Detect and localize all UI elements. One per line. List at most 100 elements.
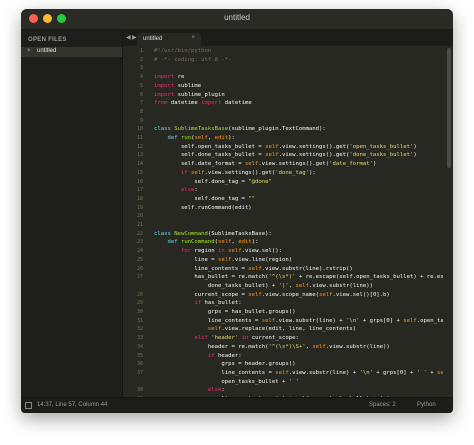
sidebar-file-untitled[interactable]: × untitled [21, 47, 122, 57]
code-token: ) [413, 143, 417, 150]
indentation-setting[interactable]: Spaces: 2 [369, 402, 396, 408]
line-number: 26 [136, 265, 143, 272]
code-token: import [201, 100, 222, 107]
code-token: 'done_tag' [275, 169, 309, 176]
code-token: grps = has_bullet.groups() [154, 309, 296, 315]
code-token: + grps[0] + [372, 369, 417, 376]
code-token: #!/usr/bin/python [154, 48, 212, 54]
line-number: 18 [136, 195, 143, 202]
code-token: self [275, 369, 289, 376]
code-token: ): [308, 169, 316, 176]
code-token: , [207, 135, 215, 141]
code-line: line_contents = self.view.substr(line).r… [154, 265, 353, 274]
line-number: 21 [136, 222, 143, 228]
code-area[interactable]: #!/usr/bin/python # -*- coding: utf-8 -*-… [154, 46, 443, 398]
panel-toggle-icon[interactable] [25, 402, 32, 409]
code-token: .view.substr(line)) [325, 343, 390, 350]
code-token: .view.settings().get( [204, 169, 276, 176]
code-token: self [261, 317, 276, 324]
line-number: 27 [136, 274, 143, 281]
code-token: "@done" [248, 178, 272, 185]
code-token: ): [228, 135, 235, 141]
code-token: edit [214, 135, 229, 141]
code-line: else: [154, 186, 198, 195]
code-token: ' ' [416, 369, 427, 376]
line-number: 4 [139, 74, 143, 81]
code-line: line = self.view.line(region) [154, 256, 292, 265]
line-number-gutter: 1 2 3 4 5 6 7 8 9 10 11 12 13 14 15 16 17 18 19 20 21 22 23 24 2… [123, 46, 145, 398]
code-line: if has_bullet: [154, 299, 242, 308]
code-line: self.done_tasks_bullet = self.view.setti… [154, 151, 417, 160]
code-line: line_contents = self.view.substr(line) +… [154, 317, 443, 326]
code-token: edit [238, 239, 252, 246]
code-token: self [265, 152, 279, 159]
scrollbar-thumb[interactable] [447, 48, 451, 168]
syntax-selector[interactable]: Python [417, 402, 436, 408]
code-line: import sublime_plugin [154, 91, 225, 100]
code-token: .view.settings().get( [258, 161, 330, 168]
code-token: NewCommand [174, 230, 208, 237]
code-editor[interactable]: 1 2 3 4 5 6 7 8 9 10 11 12 13 14 15 16 17 18 19 20 21 22 23 24 2… [123, 46, 443, 398]
line-number: 15 [136, 169, 143, 176]
code-token: '^(\s*)' [268, 274, 296, 281]
tab-bar: ◀ ▶ untitled × [123, 30, 453, 46]
code-token: .view.sel(): [241, 248, 283, 255]
code-token: self [265, 143, 279, 150]
code-token: '\n' [346, 317, 360, 324]
code-token: self [319, 291, 333, 298]
code-line: else: [154, 386, 225, 395]
code-line: current_scope = self.view.scope_name(sel… [154, 291, 389, 300]
line-number: 1 [139, 48, 143, 54]
code-token: .view.scope_name( [261, 291, 320, 298]
line-number: 13 [136, 152, 143, 159]
tab-prev-icon[interactable]: ◀ [126, 34, 131, 41]
code-token: current_scope = [154, 291, 249, 298]
code-token: ) [372, 161, 377, 168]
code-token: .view.substr(line).rstrip() [261, 265, 353, 272]
code-token: '^(\s*)\S+' [268, 343, 306, 350]
code-token: : [194, 187, 198, 194]
code-token: def [154, 135, 181, 141]
line-number: 22 [136, 230, 143, 237]
close-file-icon[interactable]: × [27, 48, 31, 54]
tab-next-icon[interactable]: ▶ [132, 34, 137, 41]
code-token: import [154, 82, 175, 89]
editor-window: untitled OPEN FILES × untitled ◀ ▶ untit… [21, 9, 453, 413]
code-token: .open_tasks_bullet + [416, 317, 443, 324]
line-number: 2 [139, 56, 143, 63]
sidebar: OPEN FILES × untitled [21, 30, 123, 398]
code-line: open_tasks_bullet + ' ' [154, 378, 299, 387]
code-token: self [191, 169, 205, 176]
code-token: line = [154, 256, 218, 263]
code-token: self [218, 256, 232, 263]
line-number: 3 [139, 65, 143, 72]
vertical-scrollbar[interactable] [446, 46, 452, 397]
line-number: 35 [136, 352, 143, 359]
line-number: 14 [136, 161, 143, 168]
tab-untitled[interactable]: untitled × [137, 33, 201, 46]
code-token: ) [413, 152, 417, 159]
code-line: # -*- coding: utf-8 -*- [154, 56, 231, 65]
tab-close-icon[interactable]: × [191, 35, 195, 41]
line-number: 31 [136, 317, 143, 324]
code-line: if header: [154, 352, 242, 361]
tab-label: untitled [143, 36, 163, 42]
code-token: self [228, 248, 242, 255]
code-token: "" [248, 195, 256, 202]
code-token: has_bullet: [204, 300, 242, 307]
code-token: .view.substr(line) + [275, 317, 346, 324]
code-token: import [154, 74, 175, 81]
code-line: self.runCommand(edit) [154, 204, 252, 213]
code-token: self [194, 135, 208, 141]
code-token: run [180, 135, 192, 141]
line-number: 36 [136, 361, 143, 368]
code-token: self [403, 317, 417, 324]
code-token: ')' [278, 282, 289, 289]
code-token: grps = header.groups() [154, 361, 296, 368]
title-bar: untitled [21, 9, 453, 30]
code-token: ' ' [288, 378, 299, 385]
code-line: self.date_format = self.view.settings().… [154, 160, 376, 169]
code-token: .view.substr(line) + [288, 369, 360, 376]
code-token: 'date_format' [329, 161, 373, 168]
